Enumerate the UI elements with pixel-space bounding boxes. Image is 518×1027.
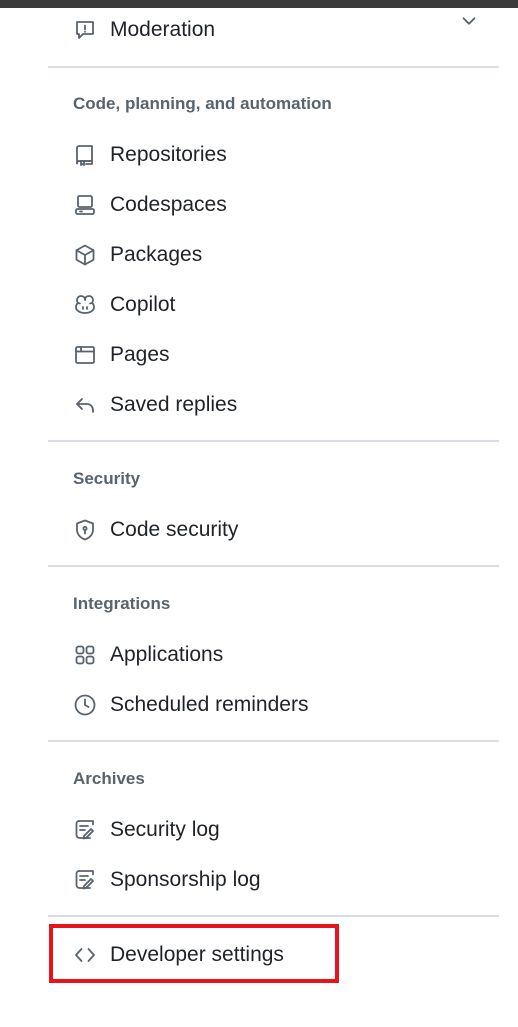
sidebar-item-saved-replies[interactable]: Saved replies <box>60 385 490 425</box>
sidebar-item-applications[interactable]: Applications <box>60 635 490 675</box>
section-heading-security: Security <box>73 469 141 488</box>
divider <box>48 915 499 917</box>
sidebar-item-moderation[interactable]: Moderation <box>60 10 490 50</box>
browser-icon <box>72 342 98 368</box>
report-icon <box>72 17 98 43</box>
log-icon <box>72 867 98 893</box>
sidebar-item-label: Repositories <box>110 143 227 166</box>
apps-icon <box>72 642 98 668</box>
sidebar-item-sponsorship-log[interactable]: Sponsorship log <box>60 860 490 900</box>
sidebar-item-label: Saved replies <box>110 393 238 416</box>
sidebar-item-pages[interactable]: Pages <box>60 335 490 375</box>
sidebar-item-label: Codespaces <box>110 193 227 216</box>
sidebar-item-label: Security log <box>110 818 220 841</box>
sidebar-item-developer-settings[interactable]: Developer settings <box>60 935 490 975</box>
sidebar-item-label: Pages <box>110 343 170 366</box>
divider <box>48 66 499 68</box>
sidebar-item-copilot[interactable]: Copilot <box>60 285 490 325</box>
sidebar-item-security-log[interactable]: Security log <box>60 810 490 850</box>
log-icon <box>72 817 98 843</box>
sidebar-item-label: Code security <box>110 518 239 541</box>
chevron-down-icon[interactable] <box>458 10 480 32</box>
section-heading-code-planning-automation: Code, planning, and automation <box>73 94 332 113</box>
clock-icon <box>72 692 98 718</box>
section-heading-integrations: Integrations <box>73 594 171 613</box>
sidebar-item-packages[interactable]: Packages <box>60 235 490 275</box>
sidebar-item-label: Copilot <box>110 293 176 316</box>
divider <box>48 740 499 742</box>
section-heading-archives: Archives <box>73 769 145 788</box>
code-icon <box>72 942 98 968</box>
sidebar-item-label: Applications <box>110 643 224 666</box>
window-top-bar <box>0 0 518 8</box>
sidebar-item-scheduled-reminders[interactable]: Scheduled reminders <box>60 685 490 725</box>
sidebar-item-code-security[interactable]: Code security <box>60 510 490 550</box>
sidebar-item-label: Developer settings <box>110 943 284 966</box>
sidebar-item-label: Moderation <box>110 18 216 41</box>
package-icon <box>72 242 98 268</box>
reply-icon <box>72 392 98 418</box>
shield-lock-icon <box>72 517 98 543</box>
sidebar-item-label: Packages <box>110 243 203 266</box>
sidebar-item-codespaces[interactable]: Codespaces <box>60 185 490 225</box>
sidebar-item-repositories[interactable]: Repositories <box>60 135 490 175</box>
copilot-icon <box>72 292 98 318</box>
codespaces-icon <box>72 192 98 218</box>
sidebar-item-label: Scheduled reminders <box>110 693 309 716</box>
divider <box>48 440 499 442</box>
sidebar-item-label: Sponsorship log <box>110 868 261 891</box>
divider <box>48 565 499 567</box>
repo-icon <box>72 142 98 168</box>
